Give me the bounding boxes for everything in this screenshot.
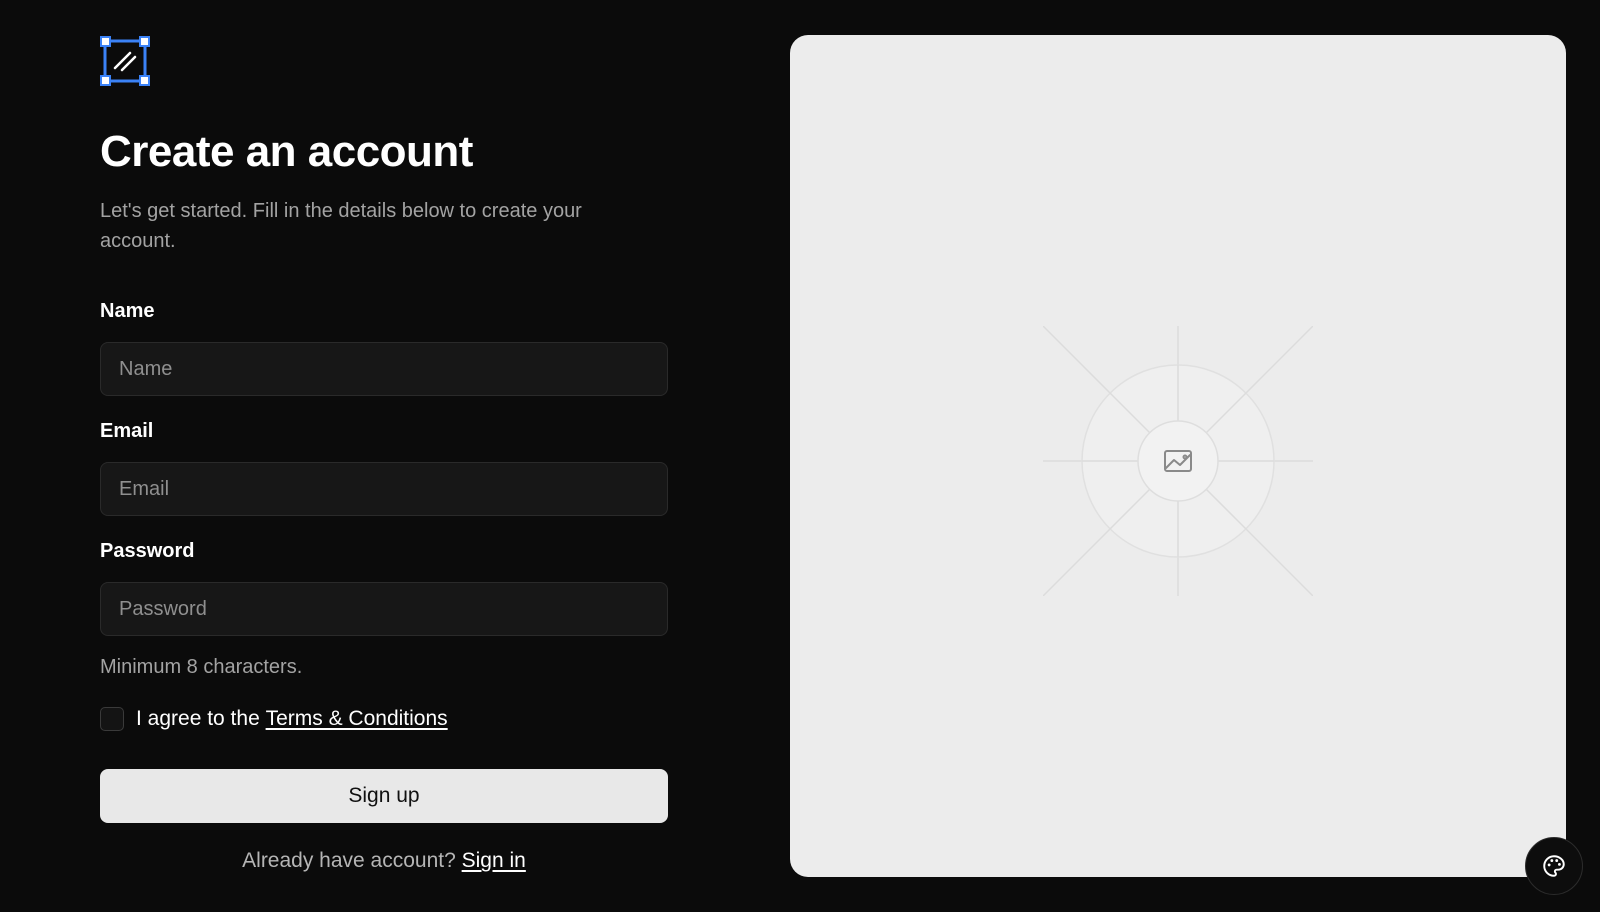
page-title: Create an account xyxy=(100,127,473,176)
password-hint: Minimum 8 characters. xyxy=(100,656,303,679)
image-placeholder-panel xyxy=(790,35,1566,877)
password-label: Password xyxy=(100,540,195,563)
email-label: Email xyxy=(100,420,154,443)
sign-in-link[interactable]: Sign in xyxy=(462,849,526,872)
password-input[interactable] xyxy=(100,582,668,637)
theme-palette-button[interactable] xyxy=(1525,837,1583,895)
page-subtitle: Let's get started. Fill in the details b… xyxy=(100,200,582,253)
palette-icon xyxy=(1543,855,1565,877)
selection-box-logo-icon xyxy=(100,36,150,86)
name-input[interactable] xyxy=(100,342,668,397)
email-input[interactable] xyxy=(100,462,668,517)
sign-in-prompt-text: Already have account? xyxy=(242,849,462,873)
terms-prefix-text: I agree to the xyxy=(136,707,266,731)
sign-up-button[interactable]: Sign up xyxy=(100,769,668,824)
terms-checkbox[interactable] xyxy=(100,707,124,732)
sign-in-prompt: Already have account? Sign in xyxy=(100,849,668,873)
signup-form-column: Create an account Let's get started. Fil… xyxy=(100,36,668,873)
name-label: Name xyxy=(100,300,155,323)
image-placeholder-icon xyxy=(1043,326,1313,596)
terms-link[interactable]: Terms & Conditions xyxy=(266,707,448,731)
signup-page: Create an account Let's get started. Fil… xyxy=(0,0,1600,912)
terms-agreement: I agree to the Terms & Conditions xyxy=(100,707,668,732)
